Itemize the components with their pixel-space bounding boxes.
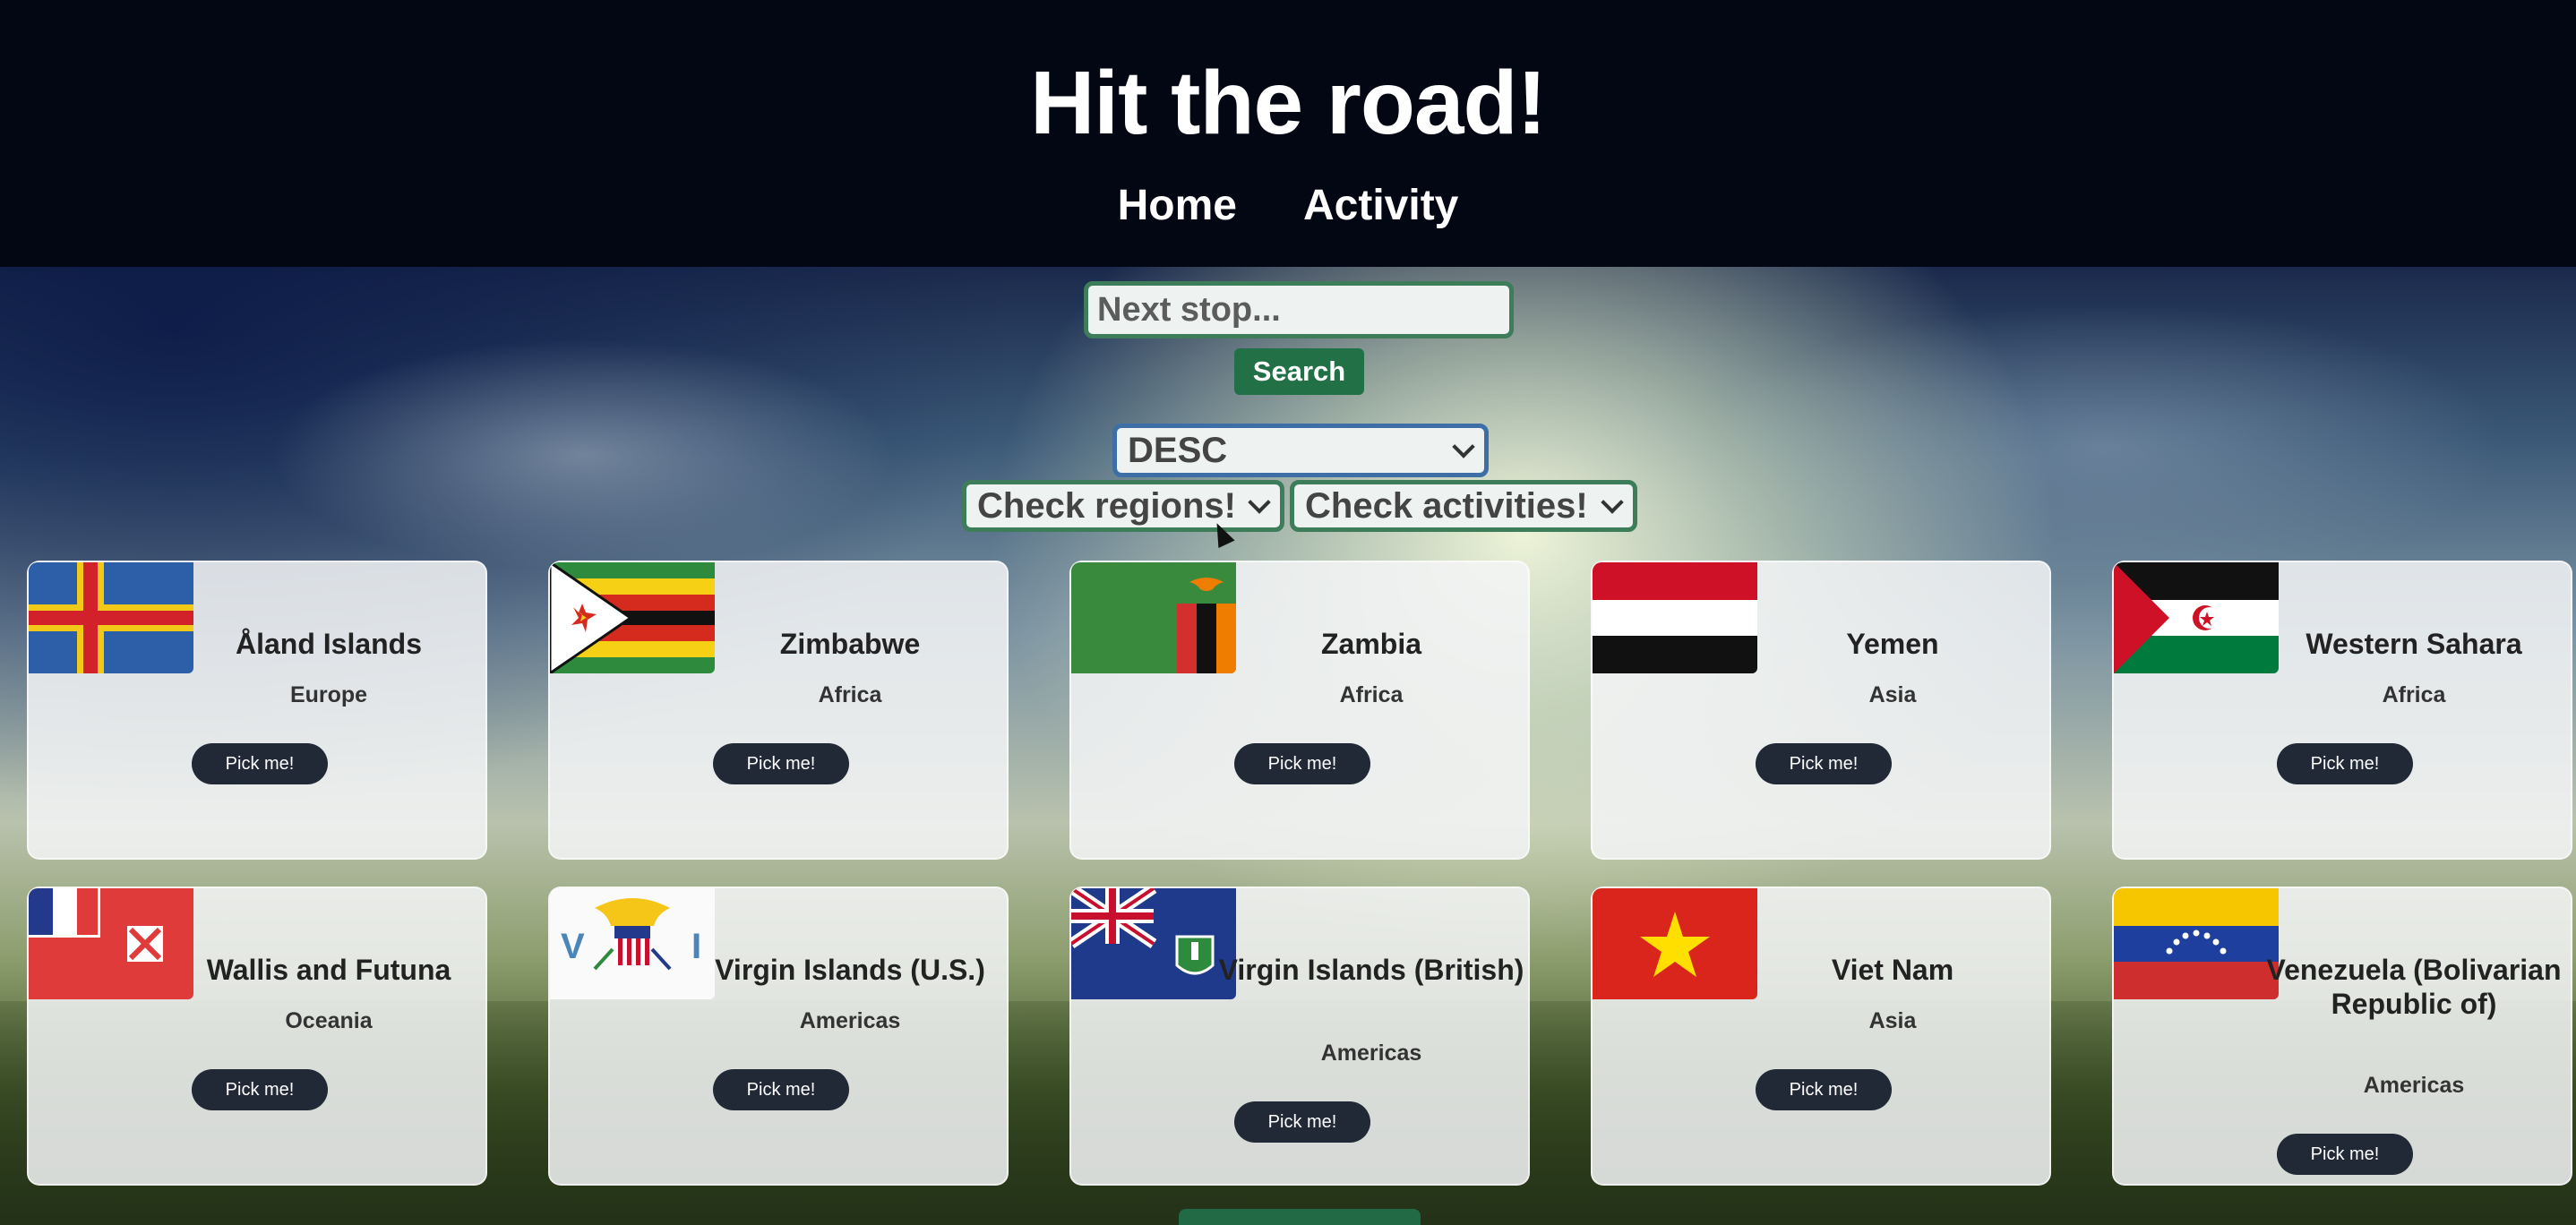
country-region: Americas (1320, 1041, 1422, 1066)
pick-me-button[interactable]: Pick me! (1756, 1069, 1892, 1110)
country-region: Asia (1868, 682, 1917, 707)
nav-home-link[interactable]: Home (1118, 181, 1237, 230)
search-input[interactable] (1084, 281, 1514, 338)
country-region: Europe (289, 682, 368, 707)
country-region: Africa (818, 682, 882, 707)
site-header: Hit the road! Home Activity (0, 0, 2576, 267)
country-card: Venezuela (Bolivarian Republic of) Ameri… (2112, 887, 2572, 1186)
country-card: Wallis and Futuna Oceania Pick me! (27, 887, 487, 1186)
country-name: Viet Nam (1831, 954, 1954, 986)
country-card: Zimbabwe Africa Pick me! (548, 561, 1009, 860)
country-card: Åland Islands Europe Pick me! (27, 561, 487, 860)
country-region: Americas (799, 1008, 901, 1033)
country-region: Oceania (285, 1008, 373, 1033)
country-card: Virgin Islands (British) Americas Pick m… (1069, 887, 1530, 1186)
country-card: Zambia Africa Pick me! (1069, 561, 1530, 860)
chevron-down-icon (1452, 435, 1475, 458)
pick-me-button[interactable]: Pick me! (1234, 1101, 1370, 1143)
country-name: Virgin Islands (British) (1218, 954, 1524, 986)
sort-select-value: DESC (1128, 430, 1228, 470)
aland-flag-icon (29, 562, 193, 673)
british-virgin-islands-flag-icon (1071, 888, 1236, 999)
country-region: Asia (1868, 1008, 1917, 1033)
regions-select-value: Check regions! (977, 485, 1236, 526)
pick-me-button[interactable]: Pick me! (713, 1069, 849, 1110)
country-card: Yemen Asia Pick me! (1591, 561, 2051, 860)
wallis-futuna-flag-icon (29, 888, 193, 999)
country-name: Wallis and Futuna (206, 954, 451, 986)
sort-select[interactable]: DESC (1112, 424, 1489, 477)
zimbabwe-flag-icon (550, 562, 715, 673)
country-name: Western Sahara (2306, 628, 2522, 660)
search-button[interactable]: Search (1234, 348, 1364, 395)
chevron-down-icon (1248, 491, 1271, 514)
country-region: Africa (2382, 682, 2446, 707)
country-name: Åland Islands (235, 628, 423, 660)
pick-me-button[interactable]: Pick me! (1756, 743, 1892, 784)
regions-select[interactable]: Check regions! (962, 480, 1284, 532)
venezuela-flag-icon (2114, 888, 2279, 999)
pick-me-button[interactable]: Pick me! (713, 743, 849, 784)
country-name: Zimbabwe (779, 628, 921, 660)
nav-activity-link[interactable]: Activity (1303, 181, 1458, 230)
country-name: Yemen (1846, 628, 1939, 660)
site-title: Hit the road! (1030, 53, 1547, 153)
country-card: VI Virgin Islands (U.S.) Americas Pick m… (548, 887, 1009, 1186)
country-name: Zambia (1320, 628, 1422, 660)
pick-me-button[interactable]: Pick me! (2277, 743, 2413, 784)
activities-select-value: Check activities! (1305, 485, 1588, 526)
main-nav: Home Activity (0, 181, 2576, 230)
pick-me-button[interactable]: Pick me! (192, 743, 328, 784)
us-virgin-islands-flag-icon: VI (550, 888, 715, 999)
chevron-down-icon (1601, 491, 1624, 514)
svg-text:V: V (561, 927, 585, 966)
country-region: Americas (2363, 1073, 2465, 1098)
zambia-flag-icon (1071, 562, 1236, 673)
pick-me-button[interactable]: Pick me! (192, 1069, 328, 1110)
country-name: Venezuela (Bolivarian Republic of) (2266, 954, 2562, 1020)
pagination-button[interactable] (1179, 1209, 1421, 1225)
country-name: Virgin Islands (U.S.) (715, 954, 985, 986)
vietnam-flag-icon (1593, 888, 1757, 999)
yemen-flag-icon (1593, 562, 1757, 673)
pick-me-button[interactable]: Pick me! (2277, 1134, 2413, 1175)
pick-me-button[interactable]: Pick me! (1234, 743, 1370, 784)
activities-select[interactable]: Check activities! (1290, 480, 1637, 532)
country-card: Viet Nam Asia Pick me! (1591, 887, 2051, 1186)
western-sahara-flag-icon (2114, 562, 2279, 673)
country-region: Africa (1339, 682, 1404, 707)
country-card: Western Sahara Africa Pick me! (2112, 561, 2572, 860)
